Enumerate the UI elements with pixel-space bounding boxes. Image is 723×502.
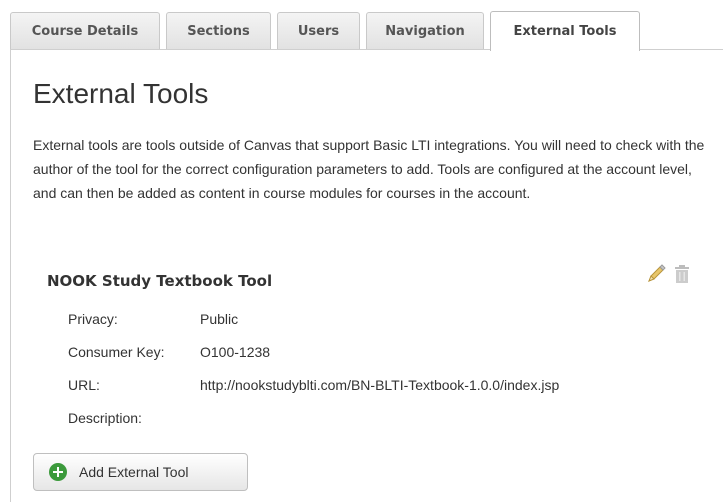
consumer-key-value: O100-1238 [200,344,271,360]
url-label: URL: [68,377,100,393]
tab-sections[interactable]: Sections [166,12,271,49]
intro-text: External tools are tools outside of Canv… [33,137,705,201]
page-title: External Tools [33,78,209,109]
consumer-key-label: Consumer Key: [68,344,165,360]
tool-name: NOOK Study Textbook Tool [47,272,273,290]
tab-course-details[interactable]: Course Details [10,12,160,49]
url-value: http://nookstudyblti.com/BN-BLTI-Textboo… [200,377,560,393]
tab-bar: Course Details Sections Users Navigation… [0,0,723,51]
trash-icon[interactable] [672,263,692,285]
tab-external-tools[interactable]: External Tools [490,11,640,51]
add-external-tool-label: Add External Tool [79,464,189,480]
description-label: Description: [68,410,142,426]
plus-circle-icon [49,463,67,481]
privacy-value: Public [200,311,239,327]
tab-users[interactable]: Users [277,12,360,49]
privacy-label: Privacy: [68,311,118,327]
pencil-icon[interactable] [645,263,667,285]
tab-navigation[interactable]: Navigation [366,12,484,49]
add-external-tool-button[interactable]: Add External Tool [33,453,248,491]
